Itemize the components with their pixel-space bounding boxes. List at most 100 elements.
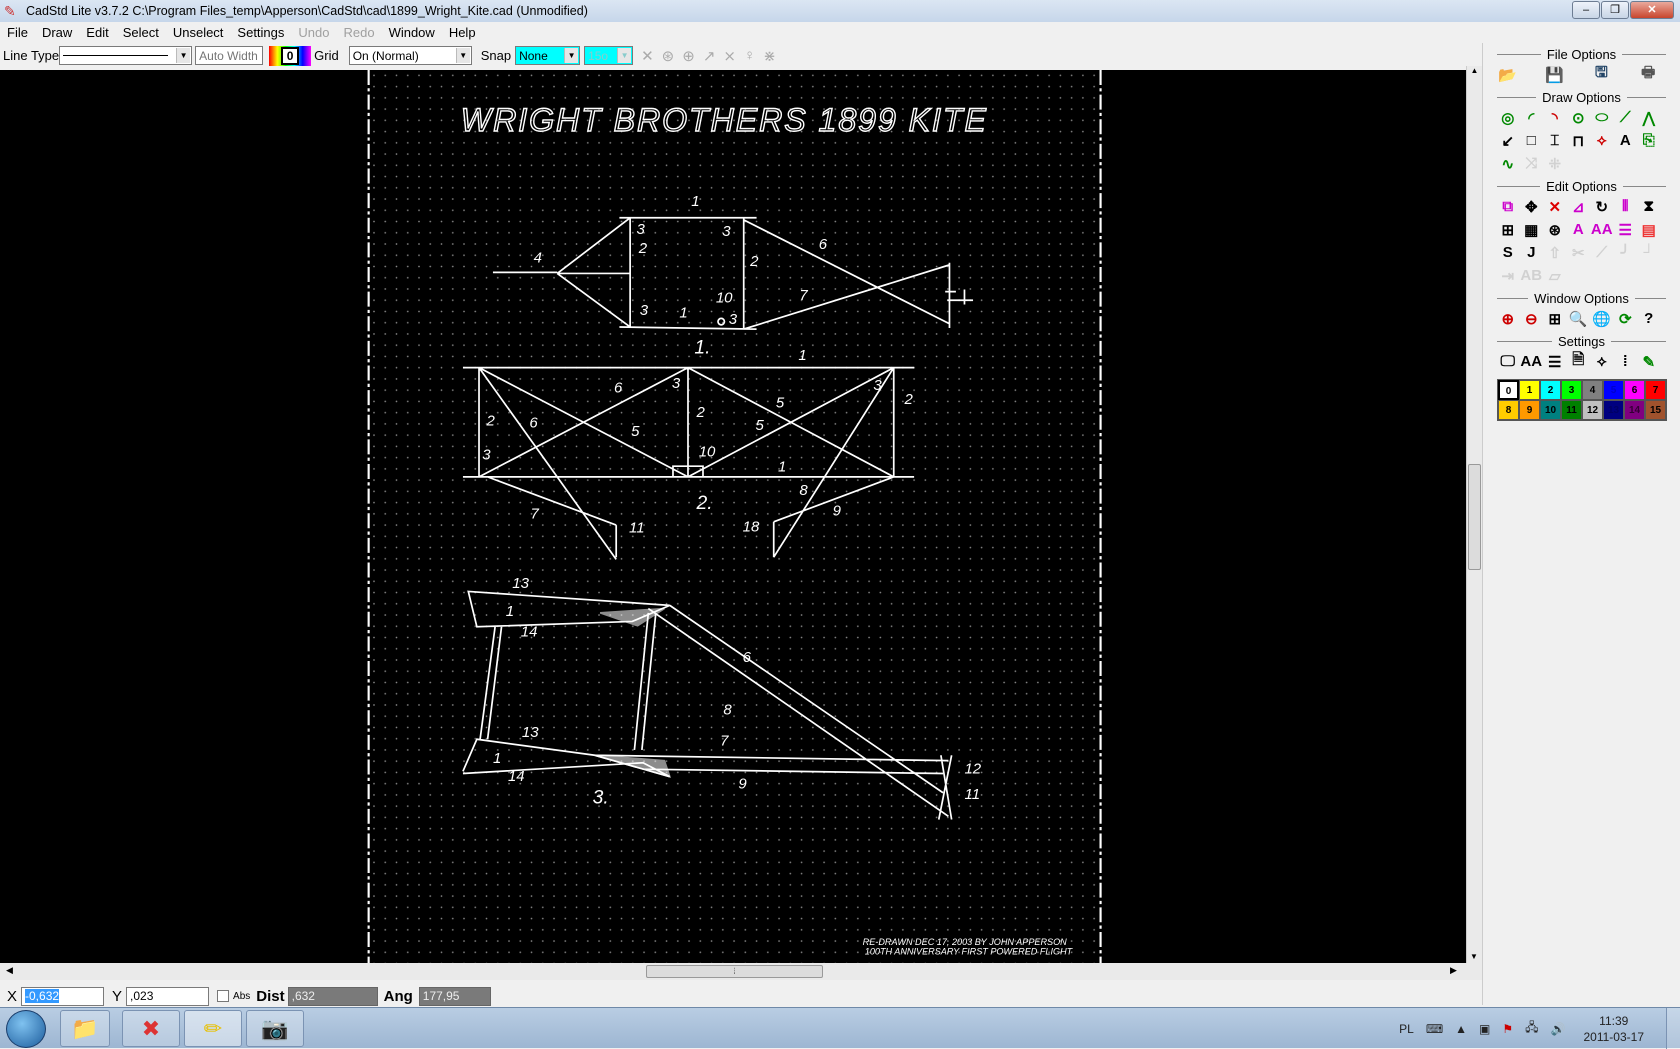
palette-color-4[interactable]: 4 xyxy=(1582,380,1603,400)
palette-color-3[interactable]: 3 xyxy=(1561,380,1582,400)
menu-file[interactable]: File xyxy=(0,25,35,40)
action-center-flag-icon[interactable]: ⚑ xyxy=(1502,1022,1513,1036)
menu-unselect[interactable]: Unselect xyxy=(166,25,231,40)
menu-edit[interactable]: Edit xyxy=(79,25,115,40)
keyboard-icon[interactable]: ⌨ xyxy=(1426,1022,1443,1036)
auto-width-input[interactable] xyxy=(195,46,264,65)
move-icon[interactable]: ✥ xyxy=(1520,195,1544,218)
print-icon[interactable]: 🖶 xyxy=(1636,63,1660,86)
arc-3pt-icon[interactable]: ◜ xyxy=(1520,106,1544,129)
grid-select[interactable]: On (Normal) ▼ xyxy=(348,46,472,65)
trim-icon[interactable]: ✂ xyxy=(1567,241,1591,264)
circle-icon[interactable]: ⊙ xyxy=(1567,106,1591,129)
menu-draw[interactable]: Draw xyxy=(35,25,79,40)
hatch-icon[interactable]: ⁜ xyxy=(1543,152,1567,175)
close-button[interactable]: ✕ xyxy=(1630,1,1674,19)
save-as-icon[interactable]: 🖫 xyxy=(1590,63,1614,86)
palette-color-0[interactable]: 0 xyxy=(1498,380,1519,400)
clock[interactable]: 11:39 2011-03-17 xyxy=(1578,1013,1651,1045)
array-icon[interactable]: ▦ xyxy=(1520,218,1544,241)
scroll-down-icon[interactable]: ▼ xyxy=(1467,952,1481,961)
scroll-left-icon[interactable]: ◀ xyxy=(6,965,13,976)
snap-select[interactable]: None ▼ xyxy=(515,46,581,65)
text-settings-icon[interactable]: AA xyxy=(1520,350,1544,373)
mirror-vertical-icon[interactable]: ⫴ xyxy=(1614,195,1638,218)
scroll-up-icon[interactable]: ▲ xyxy=(1467,66,1482,75)
zoom-help-icon[interactable]: ? xyxy=(1637,307,1661,330)
taskbar-uninstall-app[interactable]: ✖ xyxy=(122,1010,180,1047)
menu-undo[interactable]: Undo xyxy=(291,25,336,40)
delete-icon[interactable]: ✕ xyxy=(1543,195,1567,218)
restore-button[interactable]: ❐ xyxy=(1601,1,1629,19)
drawing-canvas[interactable]: WRIGHT BROTHERS 1899 KITE 1. 2. 3. 13243… xyxy=(0,70,1466,963)
zoom-previous-icon[interactable]: 🔍 xyxy=(1567,307,1591,330)
fillet-icon[interactable]: ╯ xyxy=(1614,241,1638,264)
y-input[interactable]: ,023 xyxy=(126,986,210,1006)
snap-quadrant-icon[interactable]: ♀ xyxy=(744,47,755,64)
explode-text-icon[interactable]: AB xyxy=(1520,264,1544,287)
snap-endpoint-icon[interactable]: ↗ xyxy=(703,47,716,65)
pen-settings-icon[interactable]: ✎ xyxy=(1637,350,1661,373)
line-settings-icon[interactable]: ☰ xyxy=(1543,350,1567,373)
color-selector[interactable]: 0 xyxy=(269,45,312,66)
snap-tangent-icon[interactable]: ⊛ xyxy=(662,47,675,65)
palette-color-11[interactable]: 11 xyxy=(1561,400,1582,420)
rotate-icon[interactable]: ↻ xyxy=(1590,195,1614,218)
menu-help[interactable]: Help xyxy=(442,25,483,40)
abs-checkbox[interactable] xyxy=(217,990,230,1002)
line-type-select[interactable]: ▼ xyxy=(59,46,193,65)
text-style-icon[interactable]: AA xyxy=(1590,218,1614,241)
insert-symbol-icon[interactable]: ⎘ xyxy=(1637,129,1661,152)
spline-icon[interactable]: ⤨ xyxy=(1520,152,1544,175)
taskbar-camera[interactable]: 📷 xyxy=(246,1010,304,1047)
ellipse-icon[interactable]: ⬭ xyxy=(1590,106,1614,129)
extend-icon[interactable]: ⇧ xyxy=(1543,241,1567,264)
rectangle-icon[interactable]: □ xyxy=(1520,129,1544,152)
shear-icon[interactable]: ▱ xyxy=(1543,264,1567,287)
zoom-window-icon[interactable]: ⊞ xyxy=(1543,307,1567,330)
menu-select[interactable]: Select xyxy=(116,25,166,40)
line-style-icon[interactable]: ☰ xyxy=(1614,218,1638,241)
horizontal-scrollbar[interactable]: ◀ ⦙ ▶ xyxy=(0,963,1482,980)
circle-center-icon[interactable]: ◎ xyxy=(1496,106,1520,129)
vertical-scrollbar[interactable]: ▲ ▼ xyxy=(1466,66,1482,963)
menu-settings[interactable]: Settings xyxy=(230,25,291,40)
snap-intersection-icon[interactable]: ✕ xyxy=(641,47,654,65)
network-icon[interactable]: 🖧 xyxy=(1525,1018,1538,1039)
arrow-icon[interactable]: ↙ xyxy=(1496,129,1520,152)
dimension-horizontal-icon[interactable]: ⊓ xyxy=(1567,129,1591,152)
page-settings-icon[interactable]: 🗎 xyxy=(1567,350,1591,373)
explode-icon[interactable]: ⊛ xyxy=(1543,218,1567,241)
offset-icon[interactable]: ┘ xyxy=(1637,241,1661,264)
scroll-right-icon[interactable]: ▶ xyxy=(1450,965,1457,976)
palette-color-9[interactable]: 9 xyxy=(1519,400,1540,420)
redraw-icon[interactable]: ⟳ xyxy=(1614,307,1638,330)
x-input[interactable]: -0,632 xyxy=(21,986,105,1006)
stretch-icon[interactable]: ⊿ xyxy=(1567,195,1591,218)
break-icon[interactable]: S xyxy=(1496,241,1520,264)
dimension-aligned-icon[interactable]: ⟡ xyxy=(1590,129,1614,152)
chamfer-icon[interactable]: ⟋ xyxy=(1590,241,1614,264)
palette-color-15[interactable]: 15 xyxy=(1645,400,1666,420)
snap-perpendicular-icon[interactable]: ⋇ xyxy=(763,47,776,65)
palette-color-2[interactable]: 2 xyxy=(1540,380,1561,400)
curve-icon[interactable]: ∿ xyxy=(1496,152,1520,175)
palette-color-1[interactable]: 1 xyxy=(1519,380,1540,400)
palette-color-5[interactable]: 5 xyxy=(1603,380,1624,400)
join-icon[interactable]: J xyxy=(1520,241,1544,264)
show-hidden-icons[interactable]: ▲ xyxy=(1455,1022,1467,1036)
vertical-scroll-thumb[interactable] xyxy=(1468,464,1481,570)
mirror-horizontal-icon[interactable]: ⧗ xyxy=(1637,195,1661,218)
snap-angle-select[interactable]: 15o ▼ xyxy=(584,46,634,65)
edit-text-icon[interactable]: A xyxy=(1567,218,1591,241)
palette-color-7[interactable]: 7 xyxy=(1645,380,1666,400)
palette-color-6[interactable]: 6 xyxy=(1624,380,1645,400)
volume-icon[interactable]: 🔊 xyxy=(1551,1022,1566,1036)
zoom-all-icon[interactable]: 🌐 xyxy=(1590,307,1614,330)
palette-color-10[interactable]: 10 xyxy=(1540,400,1561,420)
open-file-icon[interactable]: 📂 xyxy=(1496,63,1520,86)
dimension-settings-icon[interactable]: ⟡ xyxy=(1590,350,1614,373)
menu-redo[interactable]: Redo xyxy=(336,25,381,40)
dimension-vertical-icon[interactable]: ⌶ xyxy=(1543,129,1567,152)
snap-midpoint-icon[interactable]: ⨯ xyxy=(723,47,736,65)
